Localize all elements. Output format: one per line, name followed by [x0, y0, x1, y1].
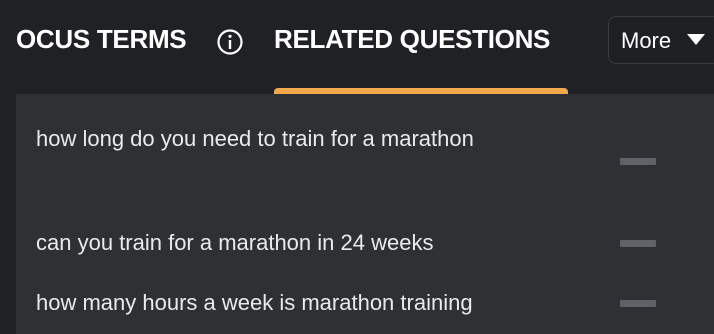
dash-icon[interactable]: [620, 240, 656, 247]
tab-related-questions[interactable]: RELATED QUESTIONS: [274, 24, 550, 55]
dash-icon[interactable]: [620, 158, 656, 165]
more-button[interactable]: More: [608, 16, 714, 64]
caret-down-icon: [687, 34, 705, 45]
related-questions-panel: how long do you need to train for a mara…: [16, 94, 714, 334]
tab-focus-terms[interactable]: OCUS TERMS: [16, 24, 187, 55]
more-button-label: More: [621, 28, 672, 53]
related-question-item[interactable]: how many hours a week is marathon traini…: [36, 278, 596, 328]
related-question-item[interactable]: how long do you need to train for a mara…: [36, 114, 596, 164]
dash-icon[interactable]: [620, 300, 656, 307]
info-icon[interactable]: [216, 28, 244, 56]
tab-bar: OCUS TERMS RELATED QUESTIONS More: [0, 0, 714, 94]
related-question-item[interactable]: can you train for a marathon in 24 weeks: [36, 218, 596, 268]
